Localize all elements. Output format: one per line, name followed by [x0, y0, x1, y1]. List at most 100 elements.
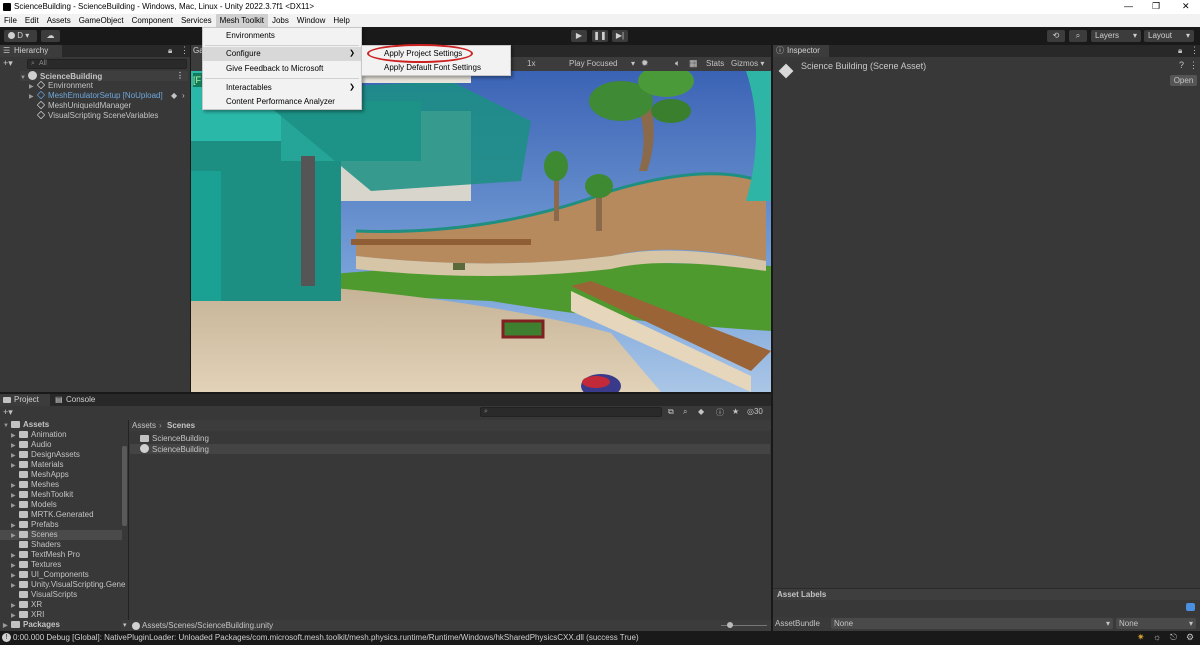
grid-icon[interactable]: ▦ [689, 58, 698, 69]
search-icon[interactable]: ⌕ [1069, 30, 1087, 42]
folder-assets[interactable]: ▼ Assets [3, 420, 49, 430]
menu-gameobject[interactable]: GameObject [75, 14, 128, 27]
filter-search-icon[interactable]: ⌕ [683, 407, 687, 417]
variant-dropdown[interactable]: None ▾ [1116, 618, 1196, 629]
folder-item[interactable]: ▶ DesignAssets [11, 450, 80, 460]
game-viewport[interactable]: [F [191, 71, 771, 392]
hierarchy-item-environment[interactable]: ▶ Environment [29, 80, 93, 91]
status-message[interactable]: 0:00.000 Debug [Global]: NativePluginLoa… [13, 633, 639, 642]
close-button[interactable]: ✕ [1182, 1, 1190, 12]
breadcrumb-assets[interactable]: Assets [132, 421, 156, 430]
chevron-down-icon[interactable]: ▾ [123, 621, 127, 629]
menu-file[interactable]: File [0, 14, 21, 27]
file-folder-sciencebuilding[interactable]: ScienceBuilding [140, 434, 209, 444]
folder-item[interactable]: Shaders [11, 540, 61, 550]
menu-item-apply-font-settings[interactable]: Apply Default Font Settings [362, 61, 510, 75]
play-focus-dropdown[interactable]: Play Focused ▾ [569, 58, 637, 70]
step-button[interactable]: ▶| [612, 30, 628, 42]
lock-icon[interactable]: 🔒︎ [1178, 46, 1182, 56]
more-icon[interactable]: ⋮ [1189, 60, 1198, 71]
folder-item[interactable]: ▶ Textures [11, 560, 61, 570]
menu-window[interactable]: Window [293, 14, 329, 27]
tab-hierarchy[interactable]: ☰ Hierarchy [0, 45, 62, 57]
lock-icon[interactable]: 🔒︎ [168, 46, 172, 56]
folder-item[interactable]: ▶ TextMesh Pro [11, 550, 80, 560]
menu-assets[interactable]: Assets [43, 14, 75, 27]
asset-labels-header[interactable]: Asset Labels [773, 588, 1200, 600]
menu-item-environments[interactable]: Environments [203, 29, 361, 43]
folder-item[interactable]: ▶ Materials [11, 460, 63, 470]
tab-project[interactable]: Project [0, 394, 50, 406]
layers-dropdown[interactable]: Layers ▾ [1091, 30, 1141, 42]
cloud-icon[interactable]: ☁ [41, 30, 60, 42]
folder-item[interactable]: ▶ Animation [11, 430, 67, 440]
create-button[interactable]: +▾ [3, 407, 13, 418]
gizmos-dropdown[interactable]: Gizmos ▾ [731, 59, 764, 68]
help-icon[interactable]: ? [1179, 60, 1184, 70]
audio-icon[interactable]: 🔈︎ [675, 58, 680, 69]
folder-item[interactable]: ▶ UI_Components [11, 570, 89, 580]
menu-item-interactables[interactable]: Interactables ❯ [203, 81, 361, 95]
folder-item-selected[interactable]: ▶ Scenes [0, 530, 122, 540]
open-button[interactable]: Open [1170, 75, 1197, 86]
tab-console[interactable]: ▤ Console [52, 394, 104, 406]
folder-item[interactable]: ▶ Meshes [11, 480, 59, 490]
file-scene-sciencebuilding[interactable]: ScienceBuilding [130, 444, 770, 454]
asset-bundle-dropdown[interactable]: None ▾ [831, 618, 1113, 629]
menu-jobs[interactable]: Jobs [268, 14, 293, 27]
project-search[interactable]: ⌕ [480, 407, 662, 417]
folder-item[interactable]: ▶ XRI [11, 610, 44, 620]
network-icon[interactable]: ⎋ [1170, 632, 1177, 643]
folder-item[interactable]: MRTK.Generated [11, 510, 94, 520]
hidden-packages-icon[interactable]: ◎30 [747, 407, 763, 416]
more-icon[interactable]: ⋮ [180, 45, 189, 56]
stats-button[interactable]: Stats [706, 59, 724, 68]
label-tag-icon[interactable] [1186, 603, 1195, 611]
folder-item[interactable]: MeshApps [11, 470, 69, 480]
menu-services[interactable]: Services [177, 14, 216, 27]
menu-mesh-toolkit[interactable]: Mesh Toolkit [215, 14, 268, 27]
folder-item[interactable]: ▶ Models [11, 500, 57, 510]
hierarchy-item-visualscripting[interactable]: VisualScripting SceneVariables [36, 110, 158, 121]
bug-icon[interactable]: ✹ [641, 58, 649, 69]
folder-item[interactable]: ▶ Unity.VisualScripting.Gene [11, 580, 125, 590]
label-icon[interactable]: ◆ [698, 407, 704, 416]
hierarchy-item-meshemulator[interactable]: ▶ MeshEmulatorSetup [NoUpload] ◆ › [29, 90, 190, 101]
menu-edit[interactable]: Edit [21, 14, 43, 27]
layout-dropdown[interactable]: Layout ▾ [1144, 30, 1194, 42]
menu-help[interactable]: Help [329, 14, 353, 27]
folder-item[interactable]: ▶ XR [11, 600, 42, 610]
zoom-slider[interactable] [721, 622, 767, 628]
progress-icon[interactable]: ✷ [1137, 632, 1145, 643]
breadcrumb-scenes[interactable]: Scenes [167, 421, 195, 430]
more-icon[interactable]: ⋮ [1190, 45, 1199, 56]
tree-scrollbar[interactable] [122, 446, 127, 526]
folder-item[interactable]: VisualScripts [11, 590, 77, 600]
folder-item[interactable]: ▶ Audio [11, 440, 51, 450]
more-icon[interactable]: ⋮ [176, 71, 184, 81]
history-icon[interactable]: ⟲ [1047, 30, 1065, 42]
folder-item[interactable]: ▶ MeshToolkit [11, 490, 73, 500]
menu-item-configure[interactable]: Configure ❯ [203, 47, 361, 61]
hierarchy-search[interactable]: ⌕ All [27, 59, 187, 69]
chevron-right-icon[interactable]: › [182, 91, 185, 101]
play-button[interactable]: ▶ [571, 30, 587, 42]
scene-root[interactable]: ▼ ScienceBuilding ⋮ [20, 71, 188, 81]
folder-item[interactable]: ▶ Prefabs [11, 520, 59, 530]
tab-inspector[interactable]: ⓘ Inspector [773, 45, 829, 57]
hierarchy-item-meshuniqueid[interactable]: MeshUniqueIdManager [36, 100, 131, 111]
menu-component[interactable]: Component [128, 14, 177, 27]
create-button[interactable]: +▾ [3, 58, 13, 69]
warning-icon[interactable]: ⓘ [716, 407, 724, 418]
settings-icon[interactable]: ⚙ [1186, 632, 1194, 643]
maximize-button[interactable]: ❐ [1152, 1, 1160, 12]
filter-type-icon[interactable]: ⧉ [668, 407, 674, 417]
menu-item-content-performance[interactable]: Content Performance Analyzer [203, 95, 361, 109]
folder-packages[interactable]: ▶ Packages [3, 620, 60, 630]
sun-icon[interactable]: ☼ [1153, 632, 1161, 642]
menu-item-feedback[interactable]: Give Feedback to Microsoft [203, 62, 361, 76]
favorite-icon[interactable]: ★ [732, 407, 739, 416]
pause-button[interactable]: ❚❚ [592, 30, 608, 42]
minimize-button[interactable]: — [1124, 1, 1133, 11]
account-dropdown[interactable]: D ▾ [4, 30, 37, 42]
